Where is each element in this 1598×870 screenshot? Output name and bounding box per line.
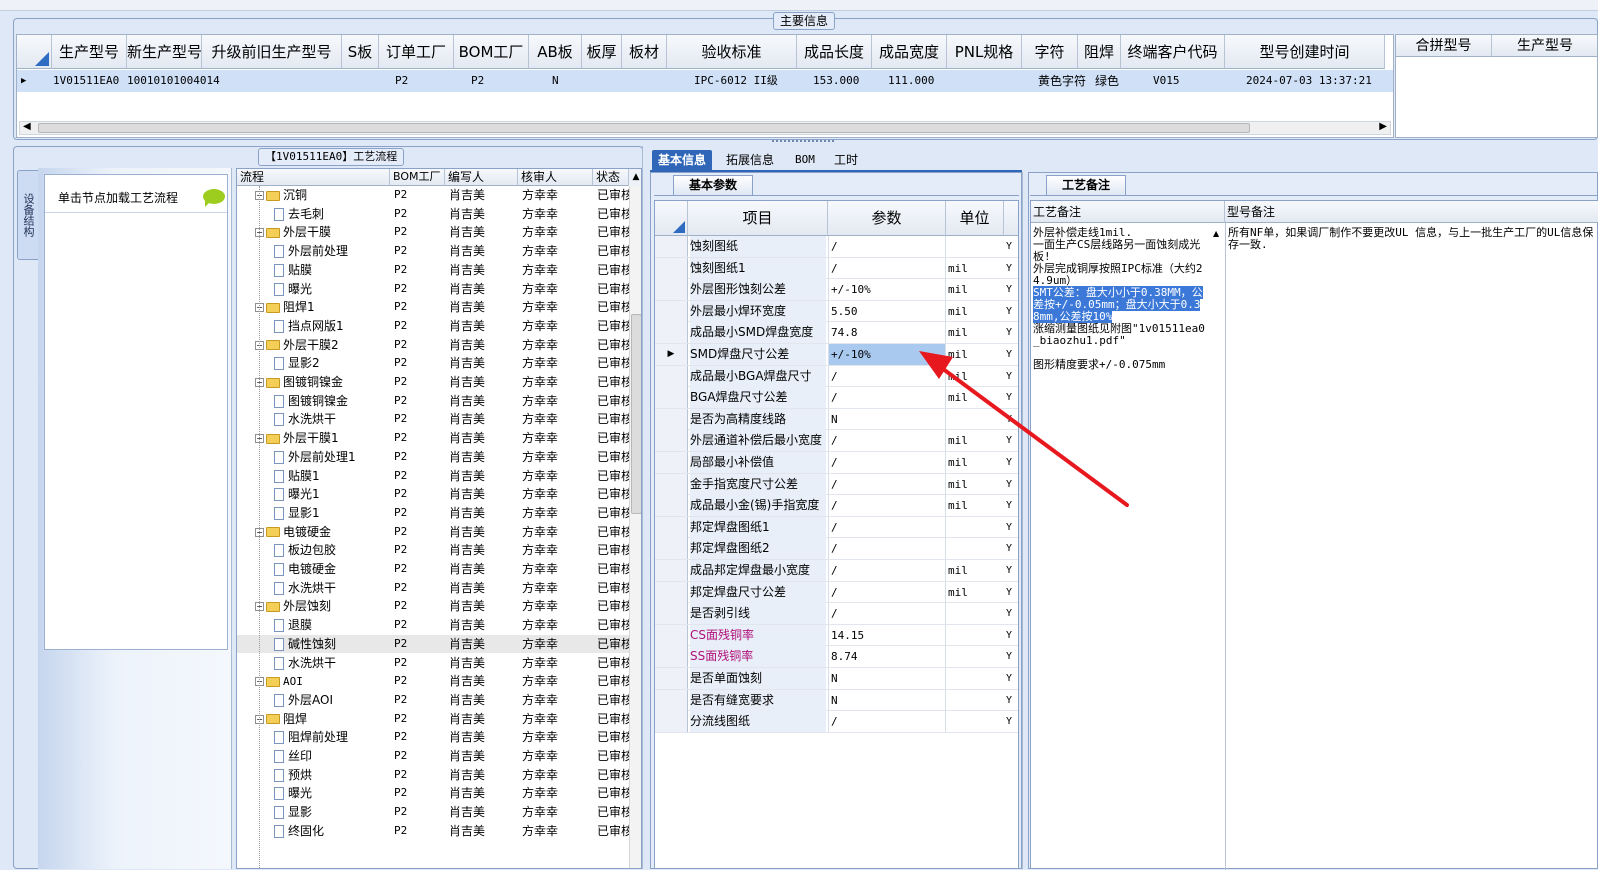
annotation-arrow — [919, 351, 1129, 507]
arrow-shaft — [933, 361, 1129, 507]
